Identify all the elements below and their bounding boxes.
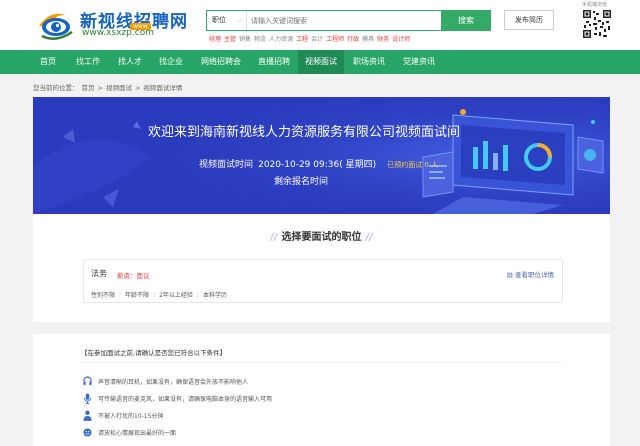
hot-search-words: 经理 主管 销售 物流 人力资源 工程 会计 工程师 行政 模具 财务 设计师 — [209, 34, 413, 43]
job-card[interactable]: 法务 薪资：面议 ▤ 查看职位详情 性别不限 | 年龄不限 | 2年以上经验 | 本科学历 — [83, 259, 563, 303]
view-job-detail-link[interactable]: ▤ 查看职位详情 — [507, 269, 554, 279]
hot-word-link[interactable]: 主管 — [224, 36, 236, 43]
nav-item-home[interactable]: 首页 — [30, 50, 66, 74]
tag-divider: | — [196, 292, 199, 299]
chevron-down-icon: ⌵ — [237, 17, 242, 24]
nav-item-career-news[interactable]: 职场资讯 — [344, 50, 394, 74]
banner-title: 欢迎来到海南新视线人力资源服务有限公司视频面试间 — [148, 125, 461, 140]
search-button[interactable]: 搜索 — [441, 10, 491, 31]
headphones-icon — [83, 376, 92, 386]
interview-banner: 欢迎来到海南新视线人力资源服务有限公司视频面试间 视频面试时间 2020-10-… — [33, 97, 610, 214]
job-tag: 2年以上经验 — [159, 292, 193, 299]
main-nav: 首页 找工作 找人才 找企业 网络招聘会 直播招聘 视频面试 职场资讯 党建资讯 — [0, 50, 640, 74]
job-salary: 薪资：面议 — [117, 272, 150, 280]
site-logo[interactable]: 新视线招聘网 www www.xsxzp.com — [36, 6, 187, 42]
qr-code-icon — [582, 9, 612, 39]
microphone-icon — [83, 393, 92, 404]
search-bar: 职位 ⌵ 搜索 — [206, 10, 491, 31]
interview-time-row: 视频面试时间 2020-10-29 09:36( 星期四) 已预约面试 0 人 — [199, 152, 438, 171]
nav-item-party-news[interactable]: 党建资讯 — [394, 50, 444, 74]
positions-heading-text: 选择要面试的职位 — [281, 232, 362, 243]
smile-icon — [83, 428, 92, 437]
breadcrumb-current: 视频面试详情 — [143, 84, 183, 92]
job-tag: 性别不限 — [91, 292, 116, 299]
hot-word-link[interactable]: 工程师 — [326, 36, 344, 43]
hot-word-link[interactable]: 设计师 — [392, 36, 410, 43]
hot-word-link[interactable]: 行政 — [347, 36, 359, 43]
nav-item-jobs[interactable]: 找工作 — [66, 50, 110, 74]
job-requirements: 性别不限 | 年龄不限 | 2年以上经验 | 本科学历 — [91, 290, 227, 299]
breadcrumb: 您当前的位置： 首页 > 视频面试 > 视频面试详情 — [33, 82, 185, 92]
job-title[interactable]: 法务 — [91, 268, 107, 279]
breadcrumb-separator: > — [134, 84, 141, 92]
breadcrumb-video-interview[interactable]: 视频面试 — [106, 84, 132, 92]
tag-divider: | — [153, 292, 156, 299]
breadcrumb-home[interactable]: 首页 — [82, 84, 95, 92]
hot-word-link[interactable]: 会计 — [311, 36, 323, 43]
search-category-label: 职位 — [212, 16, 226, 24]
job-tag: 本科学历 — [202, 292, 227, 299]
heading-slash-icon: // — [365, 232, 373, 243]
hot-word-link[interactable]: 模具 — [362, 36, 374, 43]
condition-text: 不被人打扰的10-15分钟 — [98, 413, 164, 420]
hot-word-link[interactable]: 销售 — [239, 36, 251, 43]
interview-time-value: 2020-10-29 09:36( 星期四) — [258, 160, 377, 170]
condition-text: 声音清晰的耳机，如果没有，确保语音会外放不影响他人 — [98, 379, 249, 386]
nav-item-talent[interactable]: 找人才 — [110, 50, 150, 74]
condition-text: 可传输语音的麦克风，如果没有，请确保电脑本身的语音输入可用 — [98, 396, 273, 403]
interview-time-label: 视频面试时间 — [199, 160, 254, 170]
divider — [81, 362, 561, 363]
conditions-panel: 【在参加面试之前,请确认是否您已符合以下条件】 声音清晰的耳机，如果没有，确保语… — [33, 334, 610, 446]
nav-item-video-interview[interactable]: 视频面试 — [298, 50, 344, 74]
job-tag: 年龄不限 — [125, 292, 150, 299]
condition-text: 请放松心情展现出最好的一面 — [98, 430, 177, 437]
hot-word-link[interactable]: 工程 — [296, 36, 308, 43]
qr-label: 手机端浏览 — [582, 2, 608, 8]
positions-heading: //选择要面试的职位// — [33, 228, 610, 243]
tag-divider: | — [119, 292, 122, 299]
breadcrumb-prefix: 您当前的位置： — [33, 84, 79, 92]
positions-panel: //选择要面试的职位// 法务 薪资：面议 ▤ 查看职位详情 性别不限 | 年龄不限… — [33, 214, 610, 322]
breadcrumb-separator: > — [97, 84, 103, 92]
logo-eye-icon — [39, 13, 73, 40]
conditions-heading: 【在参加面试之前,请确认是否您已符合以下条件】 — [81, 349, 227, 357]
nav-item-companies[interactable]: 找企业 — [150, 50, 192, 74]
nav-item-live[interactable]: 直播招聘 — [250, 50, 298, 74]
search-input[interactable] — [251, 12, 441, 29]
search-category-select[interactable]: 职位 ⌵ — [207, 11, 247, 30]
hot-word-link[interactable]: 财务 — [377, 36, 389, 43]
view-job-detail-label: 查看职位详情 — [515, 271, 554, 279]
site-header: 新视线招聘网 www www.xsxzp.com 职位 ⌵ 搜索 经理主管销售物… — [0, 0, 640, 50]
booked-count: 已预约面试 0 人 — [387, 161, 439, 169]
document-icon: ▤ — [506, 271, 513, 279]
remaining-time-label: 剩余报名时间 — [274, 177, 329, 187]
publish-resume-button[interactable]: 发布简历 — [504, 10, 554, 30]
heading-slash-icon: // — [270, 232, 278, 243]
hot-word-link[interactable]: 物流 — [254, 36, 266, 43]
nav-item-online-fair[interactable]: 网络招聘会 — [192, 50, 250, 74]
logo-url: www.xsxzp.com — [82, 28, 154, 38]
hot-word-link[interactable]: 人力资源 — [269, 36, 293, 43]
person-icon — [83, 410, 92, 421]
hot-word-link[interactable]: 经理 — [209, 36, 221, 43]
